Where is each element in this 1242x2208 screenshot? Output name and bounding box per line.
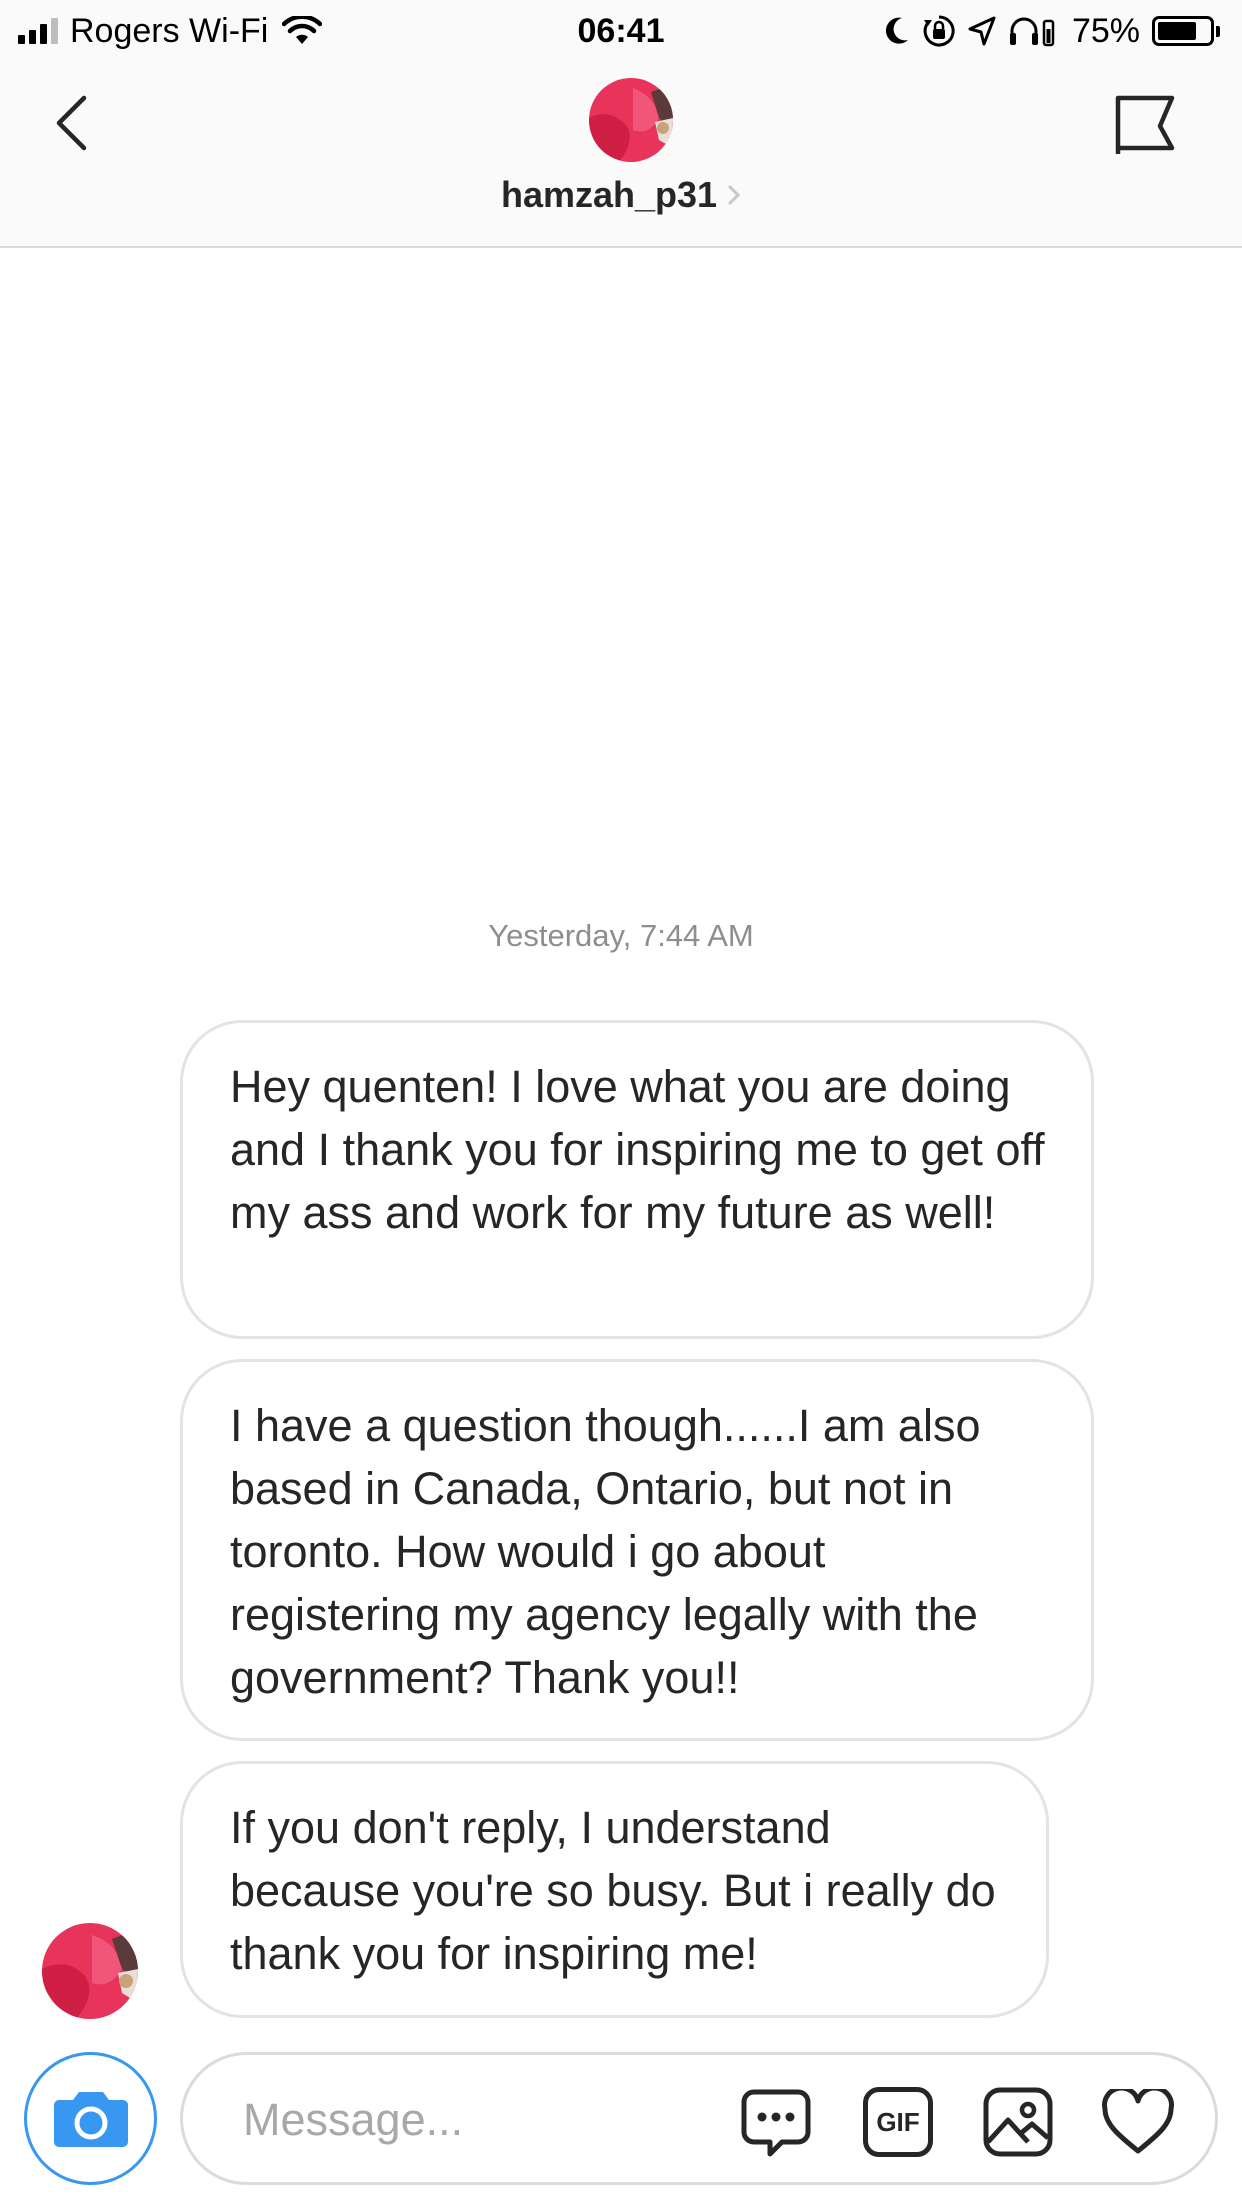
chevron-right-icon <box>728 185 741 205</box>
message-timestamp: Yesterday, 7:44 AM <box>488 918 754 953</box>
message-bubble[interactable]: If you don't reply, I understand because… <box>180 1761 1049 2018</box>
message-bubble[interactable]: Hey quenten! I love what you are doing a… <box>180 1020 1094 1339</box>
back-arrow-icon <box>56 95 87 151</box>
signal-icon <box>18 18 58 44</box>
gif-label: GIF <box>863 2087 933 2157</box>
avatar[interactable] <box>589 78 673 162</box>
gif-icon[interactable]: GIF <box>859 2083 937 2161</box>
carrier-name: Rogers Wi-Fi <box>70 11 269 50</box>
gallery-icon[interactable] <box>979 2083 1057 2161</box>
sender-avatar[interactable] <box>42 1923 138 2019</box>
status-right: 75% <box>884 10 1220 52</box>
back-button[interactable] <box>46 90 96 156</box>
flag-button[interactable] <box>1112 92 1178 158</box>
message-composer: GIF <box>180 2052 1218 2185</box>
flag-icon <box>1115 95 1175 154</box>
sticker-icon[interactable] <box>737 2083 815 2161</box>
battery-icon <box>1152 16 1220 46</box>
orientation-lock-icon <box>923 15 955 47</box>
headphones-icon <box>1009 17 1055 47</box>
username: hamzah_p31 <box>500 174 718 215</box>
wifi-icon <box>282 16 323 44</box>
camera-icon <box>53 2091 128 2147</box>
conversation-header: hamzah_p31 <box>0 62 1242 248</box>
camera-button[interactable] <box>24 2052 157 2185</box>
status-left: Rogers Wi-Fi <box>18 10 323 52</box>
message-bubble[interactable]: I have a question though......I am also … <box>180 1359 1094 1741</box>
message-input[interactable] <box>243 2085 663 2155</box>
username-link[interactable]: hamzah_p31 <box>0 174 1242 216</box>
status-bar: Rogers Wi-Fi 06:41 75% <box>0 0 1242 62</box>
location-icon <box>968 16 996 46</box>
moon-icon <box>885 17 908 44</box>
heart-icon[interactable] <box>1099 2083 1177 2161</box>
battery-percent: 75% <box>1071 11 1140 50</box>
